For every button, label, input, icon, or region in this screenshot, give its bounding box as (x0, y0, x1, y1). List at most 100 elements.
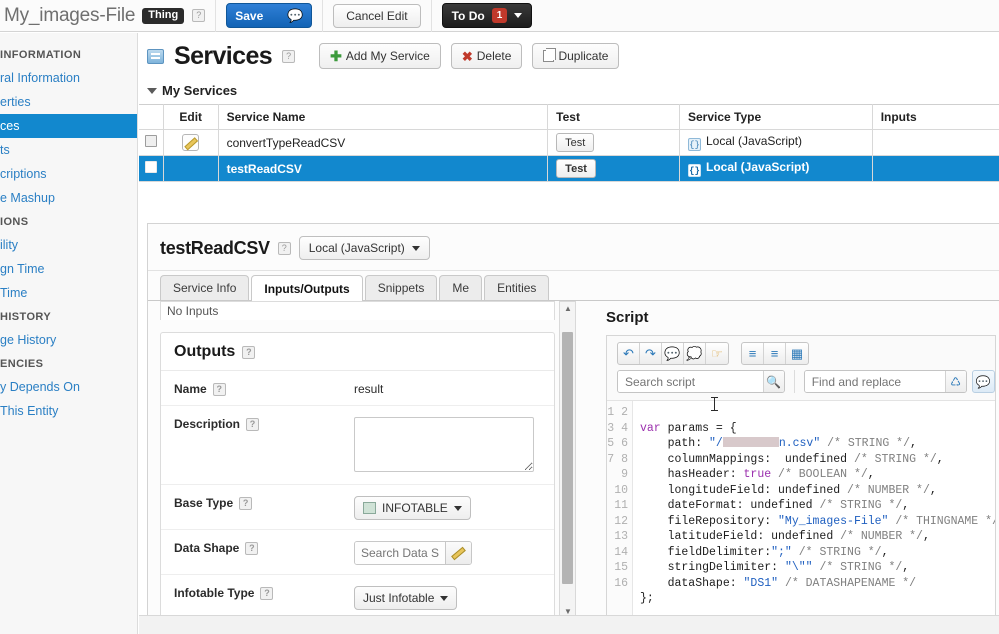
infotable-type-label: Infotable Type (174, 586, 254, 600)
indent-icon[interactable]: ≡ (742, 343, 764, 364)
service-help-icon[interactable]: ? (278, 242, 291, 255)
code-area[interactable]: 1 2 3 4 5 6 7 8 9 10 11 12 13 14 15 16 v… (607, 400, 995, 634)
row-inputs (872, 130, 999, 156)
chevron-down-icon (412, 246, 420, 251)
test-button[interactable]: Test (556, 133, 594, 152)
data-shape-search-input[interactable] (355, 542, 445, 564)
javascript-icon: {} (688, 138, 701, 151)
service-type-selector[interactable]: Local (JavaScript) (299, 236, 430, 260)
redo-icon[interactable]: ↷ (640, 343, 662, 364)
search-script-wrap: 🔍 (617, 370, 785, 393)
sidebar-item-change-history[interactable]: ge History (0, 328, 137, 352)
sidebar-item-run-time[interactable]: Time (0, 281, 137, 305)
tab-inputs-outputs[interactable]: Inputs/Outputs (251, 275, 362, 301)
tab-snippets[interactable]: Snippets (365, 275, 438, 300)
tab-me[interactable]: Me (439, 275, 482, 300)
sidebar-item-events[interactable]: ts (0, 138, 137, 162)
tab-entities[interactable]: Entities (484, 275, 549, 300)
undo-icon[interactable]: ↶ (618, 343, 640, 364)
field-row-base-type: Base Type ? INFOTABLE (161, 485, 554, 530)
sidebar-item-properties[interactable]: erties (0, 90, 137, 114)
close-icon: ✖ (462, 50, 473, 63)
row-test-cell[interactable]: Test (548, 130, 680, 156)
service-detail-panel: testReadCSV ? Local (JavaScript) Service… (147, 223, 999, 634)
duplicate-button[interactable]: Duplicate (532, 43, 619, 69)
duplicate-label: Duplicate (558, 49, 608, 63)
add-my-service-button[interactable]: ✚ Add My Service (319, 43, 441, 69)
description-textarea[interactable] (354, 417, 534, 472)
editor-tool-group-2: ≡ ≡ ▦ (741, 342, 809, 365)
row-checkbox-cell[interactable] (139, 156, 163, 182)
copy-icon (543, 50, 554, 62)
service-title: testReadCSV (160, 238, 270, 259)
my-services-label: My Services (162, 83, 237, 98)
column-select (139, 105, 163, 130)
table-header-row: Edit Service Name Test Service Type Inpu… (139, 105, 999, 130)
save-button[interactable]: Save 💬 (226, 3, 312, 28)
test-button[interactable]: Test (556, 159, 596, 178)
row-edit-cell[interactable] (163, 156, 218, 182)
row-checkbox-cell[interactable] (139, 130, 163, 156)
format-code-icon[interactable]: ▦ (786, 343, 808, 364)
row-edit-cell[interactable] (163, 130, 218, 156)
base-type-selected: INFOTABLE (382, 501, 448, 515)
sidebar-item-design-time[interactable]: gn Time (0, 257, 137, 281)
table-row[interactable]: convertTypeReadCSV Test {}Local (JavaScr… (139, 130, 999, 156)
remove-comment-icon[interactable]: 💭 (684, 343, 706, 364)
magic-wand-icon[interactable] (445, 542, 471, 564)
add-comment-icon[interactable]: 💬 (662, 343, 684, 364)
chevron-down-icon (440, 596, 448, 601)
search-script-input[interactable] (618, 371, 763, 392)
row-test-cell[interactable]: Test (548, 156, 680, 182)
checkbox[interactable] (145, 161, 157, 173)
editor-find-bar: 🔍 ♺ 💬 (607, 370, 995, 400)
infotable-type-value: Just Infotable (354, 584, 544, 610)
page-help-icon[interactable]: ? (282, 50, 295, 63)
help-icon[interactable]: ? (260, 587, 273, 600)
tab-service-info[interactable]: Service Info (160, 275, 249, 300)
scroll-up-icon[interactable]: ▲ (564, 304, 572, 313)
row-service-name: convertTypeReadCSV (218, 130, 548, 156)
infotable-type-dropdown[interactable]: Just Infotable (354, 586, 457, 610)
sidebar: INFORMATION ral Information erties ces t… (0, 33, 138, 634)
sidebar-item-services[interactable]: ces (0, 114, 137, 138)
delete-button[interactable]: ✖ Delete (451, 43, 523, 69)
scroll-thumb[interactable] (562, 332, 573, 584)
javascript-icon: {} (688, 164, 701, 177)
find-replace-icon[interactable]: ♺ (945, 371, 966, 392)
sidebar-item-mashup[interactable]: e Mashup (0, 186, 137, 210)
replace-all-icon[interactable]: 💬 (972, 370, 995, 393)
outputs-help-icon[interactable]: ? (242, 346, 255, 359)
form-scrollbar[interactable]: ▲ ▼ (559, 301, 576, 619)
sidebar-item-depends-on[interactable]: y Depends On (0, 375, 137, 399)
my-services-section-header[interactable]: My Services (139, 77, 999, 104)
sidebar-group-title-4: ENCIES (0, 352, 137, 375)
find-replace-input[interactable] (805, 371, 945, 392)
edit-pencil-icon[interactable] (182, 134, 199, 151)
editor-tool-group-1: ↶ ↷ 💬 💭 ☞ (617, 342, 729, 365)
todo-label: To Do (452, 9, 485, 23)
todo-button[interactable]: To Do 1 (442, 3, 533, 28)
sidebar-item-visibility[interactable]: ility (0, 233, 137, 257)
detail-tabs: Service Info Inputs/Outputs Snippets Me … (148, 271, 999, 301)
help-icon[interactable]: ? (213, 383, 226, 396)
save-label: Save (235, 9, 263, 23)
sidebar-item-general-information[interactable]: ral Information (0, 66, 137, 90)
sidebar-item-this-entity[interactable]: This Entity (0, 399, 137, 423)
help-icon[interactable]: ? (192, 9, 205, 22)
hand-pointer-icon[interactable]: ☞ (706, 343, 728, 364)
code-text[interactable]: var params = { path: "/n.csv" /* STRING … (633, 401, 995, 634)
help-icon[interactable]: ? (239, 497, 252, 510)
magnifier-icon[interactable]: 🔍 (763, 371, 784, 392)
entity-type-badge: Thing (142, 8, 184, 24)
sidebar-item-subscriptions[interactable]: criptions (0, 162, 137, 186)
table-row[interactable]: testReadCSV Test {}Local (JavaScript) (139, 156, 999, 182)
data-shape-value (354, 539, 544, 565)
checkbox[interactable] (145, 135, 157, 147)
base-type-dropdown[interactable]: INFOTABLE (354, 496, 471, 520)
bottom-strip (139, 615, 999, 634)
outdent-icon[interactable]: ≡ (764, 343, 786, 364)
cancel-edit-button[interactable]: Cancel Edit (333, 4, 420, 28)
help-icon[interactable]: ? (245, 542, 258, 555)
help-icon[interactable]: ? (246, 418, 259, 431)
